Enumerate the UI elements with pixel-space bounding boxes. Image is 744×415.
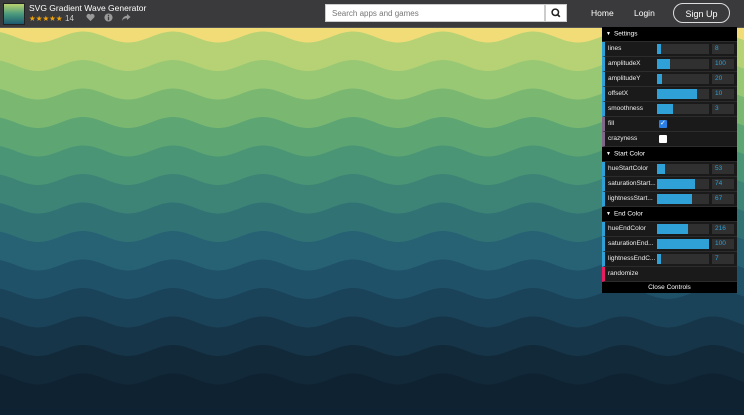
slider-fill — [657, 194, 692, 204]
hueEndColor-slider[interactable] — [657, 224, 709, 234]
hueStartColor-value-input[interactable]: 53 — [712, 164, 734, 174]
control-label: saturationStart... — [608, 180, 656, 187]
control-label: lines — [608, 45, 622, 52]
search-icon — [551, 8, 561, 18]
slider-fill — [657, 239, 709, 249]
control-offsetX: offsetX 10 — [602, 87, 737, 102]
saturationStartColor-slider[interactable] — [657, 179, 709, 189]
slider-fill — [657, 104, 673, 114]
lines-slider[interactable] — [657, 44, 709, 54]
info-icon[interactable] — [104, 13, 113, 24]
rating-count: 14 — [65, 14, 74, 23]
slider-fill — [657, 74, 663, 84]
search-button[interactable] — [545, 4, 567, 22]
crazyness-checkbox[interactable] — [659, 135, 667, 143]
control-label: fill — [608, 120, 615, 127]
control-label: amplitudeY — [608, 75, 641, 82]
control-saturationStartColor: saturationStart... 74 — [602, 177, 737, 192]
control-fill: fill — [602, 117, 737, 132]
control-smoothness: smoothness 3 — [602, 102, 737, 117]
saturationEndColor-value-input[interactable]: 100 — [712, 239, 734, 249]
control-label: hueStartColor — [608, 165, 649, 172]
offsetX-slider[interactable] — [657, 89, 709, 99]
fill-checkbox[interactable] — [659, 117, 667, 131]
start-color-title-label: Start Color — [613, 150, 646, 158]
smoothness-value-input[interactable]: 3 — [712, 104, 734, 114]
collapse-triangle-icon: ▼ — [606, 31, 611, 37]
control-hueEndColor: hueEndColor 216 — [602, 222, 737, 237]
amplitudeX-slider[interactable] — [657, 59, 709, 69]
control-saturationEndColor: saturationEnd... 100 — [602, 237, 737, 252]
slider-fill — [657, 164, 665, 174]
control-label: lightnessEndC... — [608, 255, 656, 262]
amplitudeY-slider[interactable] — [657, 74, 709, 84]
hueEndColor-value-input[interactable]: 216 — [712, 224, 734, 234]
control-crazyness: crazyness — [602, 132, 737, 147]
smoothness-slider[interactable] — [657, 104, 709, 114]
nav-login-link[interactable]: Login — [634, 8, 655, 18]
control-lightnessStartColor: lightnessStart... 67 — [602, 192, 737, 207]
signup-button[interactable]: Sign Up — [673, 3, 730, 23]
control-lines: lines 8 — [602, 42, 737, 57]
hueStartColor-slider[interactable] — [657, 164, 709, 174]
control-amplitudeY: amplitudeY 20 — [602, 72, 737, 87]
nav-home-link[interactable]: Home — [591, 8, 614, 18]
controls-panel: ▼ Settings lines 8 amplitudeX 100 amplitu… — [602, 27, 737, 293]
randomize-button[interactable]: randomize — [602, 267, 737, 282]
control-hueStartColor: hueStartColor 53 — [602, 162, 737, 177]
app-title[interactable]: SVG Gradient Wave Generator — [29, 3, 146, 13]
end-color-title-label: End Color — [613, 210, 643, 218]
control-label: saturationEnd... — [608, 240, 654, 247]
collapse-triangle-icon: ▼ — [606, 211, 611, 217]
control-amplitudeX: amplitudeX 100 — [602, 57, 737, 72]
control-label: hueEndColor — [608, 225, 646, 232]
lightnessStartColor-value-input[interactable]: 67 — [712, 194, 734, 204]
search-box — [325, 4, 545, 22]
saturationEndColor-slider[interactable] — [657, 239, 709, 249]
search-input[interactable] — [326, 5, 544, 21]
control-label: crazyness — [608, 135, 638, 142]
share-icon[interactable] — [121, 13, 131, 24]
collapse-triangle-icon: ▼ — [606, 151, 611, 157]
control-label: amplitudeX — [608, 60, 641, 67]
close-controls-button[interactable]: Close Controls — [602, 282, 737, 293]
lightnessEndColor-slider[interactable] — [657, 254, 709, 264]
settings-folder-title[interactable]: ▼ Settings — [602, 27, 737, 42]
heart-icon[interactable] — [86, 13, 95, 24]
control-label: lightnessStart... — [608, 195, 653, 202]
settings-title-label: Settings — [613, 30, 638, 38]
saturationStartColor-value-input[interactable]: 74 — [712, 179, 734, 189]
control-lightnessEndColor: lightnessEndC... 7 — [602, 252, 737, 267]
offsetX-value-input[interactable]: 10 — [712, 89, 734, 99]
amplitudeX-value-input[interactable]: 100 — [712, 59, 734, 69]
lightnessEndColor-value-input[interactable]: 7 — [712, 254, 734, 264]
amplitudeY-value-input[interactable]: 20 — [712, 74, 734, 84]
top-bar: SVG Gradient Wave Generator ★★★★★ 14 Hom… — [0, 0, 744, 28]
app-thumbnail[interactable] — [3, 3, 25, 25]
start-color-folder-title[interactable]: ▼ Start Color — [602, 147, 737, 162]
slider-fill — [657, 224, 689, 234]
slider-fill — [657, 59, 670, 69]
lightnessStartColor-slider[interactable] — [657, 194, 709, 204]
slider-fill — [657, 254, 661, 264]
control-label: smoothness — [608, 105, 644, 112]
end-color-folder-title[interactable]: ▼ End Color — [602, 207, 737, 222]
randomize-label: randomize — [608, 270, 639, 277]
slider-fill — [657, 44, 662, 54]
rating-stars-icon[interactable]: ★★★★★ — [29, 14, 63, 23]
control-label: offsetX — [608, 90, 629, 97]
slider-fill — [657, 179, 696, 189]
slider-fill — [657, 89, 697, 99]
lines-value-input[interactable]: 8 — [712, 44, 734, 54]
